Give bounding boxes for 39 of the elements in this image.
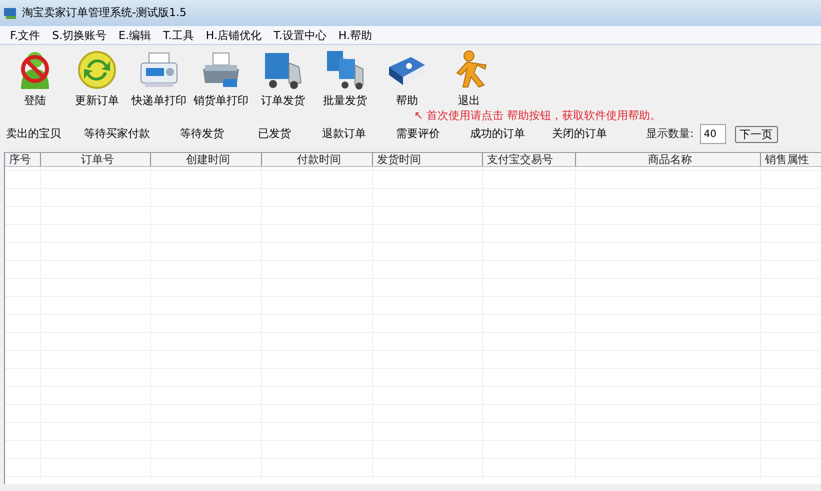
filter-tab[interactable]: 等待买家付款 (84, 126, 180, 142)
column-header[interactable]: 商品名称 (576, 153, 761, 166)
toolbar-button[interactable]: 销货单打印 (190, 49, 252, 109)
filter-tab[interactable]: 退款订单 (322, 126, 396, 142)
app-icon (4, 7, 18, 19)
column-header[interactable]: 创建时间 (151, 153, 262, 166)
next-page-button[interactable]: 下一页 (734, 126, 778, 142)
toolbar-button[interactable]: 快递单打印 (128, 49, 190, 109)
menu-item[interactable]: F.文件 (4, 26, 46, 44)
menu-item[interactable]: H.店铺优化 (200, 26, 268, 44)
menu-item[interactable]: E.编辑 (112, 26, 157, 44)
column-header[interactable]: 销售属性 (761, 153, 821, 166)
column-header[interactable]: 订单号 (41, 153, 151, 166)
column-header[interactable]: 发货时间 (373, 153, 483, 166)
menu-item[interactable]: H.帮助 (332, 26, 378, 44)
hint-text: ↖ 首次使用请点击 帮助按钮，获取软件使用帮助。 (414, 109, 662, 122)
filter-tab[interactable]: 关闭的订单 (552, 126, 632, 142)
menu-item[interactable]: T.设置中心 (268, 26, 332, 44)
filter-tab[interactable]: 卖出的宝贝 (6, 126, 84, 142)
column-header[interactable]: 序号 (5, 153, 41, 166)
trucks-icon (325, 49, 365, 91)
menu-item[interactable]: T.工具 (157, 26, 200, 44)
filter-tab[interactable]: 需要评价 (396, 126, 470, 142)
toolbar-button[interactable]: 订单发货 (252, 49, 314, 109)
toolbar-button[interactable]: 退出 (438, 49, 500, 109)
page-size-field[interactable]: 40 (700, 124, 726, 144)
toolbar-button[interactable]: 登陆 (4, 49, 66, 109)
toolbar-button[interactable]: 帮助 (376, 49, 438, 109)
filter-tab[interactable]: 成功的订单 (470, 126, 552, 142)
menu-item[interactable]: S.切换账号 (46, 26, 113, 44)
toolbar-button[interactable]: 批量发货 (314, 49, 376, 109)
filter-tab[interactable]: 已发货 (258, 126, 322, 142)
refresh-icon (77, 49, 117, 91)
column-header[interactable]: 支付宝交易号 (483, 153, 576, 166)
page-size-label: 显示数量: (646, 126, 694, 142)
toolbar-button[interactable]: 更新订单 (66, 49, 128, 109)
window-title: 淘宝卖家订单管理系统-测试版1.5 (22, 4, 186, 21)
filter-tab[interactable]: 等待发货 (180, 126, 258, 142)
column-header[interactable]: 付款时间 (262, 153, 373, 166)
